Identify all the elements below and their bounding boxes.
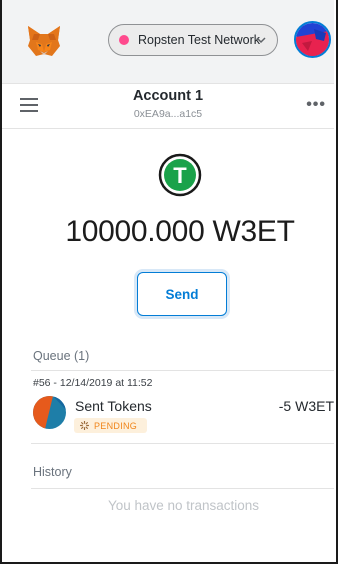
balance-amount: 10000.000 xyxy=(65,215,205,248)
send-button[interactable]: Send xyxy=(137,272,227,316)
account-avatar[interactable] xyxy=(294,21,331,58)
account-address[interactable]: 0xEA9a...a1c5 xyxy=(2,108,334,120)
spinner-icon xyxy=(80,421,89,430)
transaction-amount: -5 W3ET xyxy=(278,398,334,414)
metamask-fox-icon[interactable] xyxy=(26,24,62,58)
chevron-down-icon xyxy=(256,37,266,44)
account-bar: Account 1 0xEA9a...a1c5 ••• xyxy=(2,84,334,129)
queue-label: Queue (1) xyxy=(33,349,90,363)
token-balance: 10000.000 W3ET xyxy=(2,215,345,249)
identicon xyxy=(296,23,329,56)
network-selector[interactable]: Ropsten Test Network xyxy=(108,24,278,56)
divider xyxy=(31,443,334,444)
divider xyxy=(31,370,334,371)
window-edge xyxy=(336,0,345,564)
transaction-title[interactable]: Sent Tokens xyxy=(75,398,152,414)
svg-text:T: T xyxy=(173,163,187,188)
account-options-icon[interactable]: ••• xyxy=(306,96,326,114)
divider xyxy=(31,488,334,489)
transaction-token-icon xyxy=(33,396,66,429)
empty-history-message: You have no transactions xyxy=(107,498,260,513)
balance-symbol: W3ET xyxy=(212,215,295,248)
transaction-date: #56 - 12/14/2019 at 11:52 xyxy=(33,377,153,389)
pending-label: PENDING xyxy=(94,420,138,431)
token-icon: T xyxy=(158,153,202,197)
network-label: Ropsten Test Network xyxy=(138,33,261,47)
app-header: Ropsten Test Network xyxy=(2,0,334,84)
network-status-dot xyxy=(119,35,129,45)
history-label: History xyxy=(33,465,72,479)
pending-badge: PENDING xyxy=(74,418,148,433)
account-name[interactable]: Account 1 xyxy=(2,88,334,104)
